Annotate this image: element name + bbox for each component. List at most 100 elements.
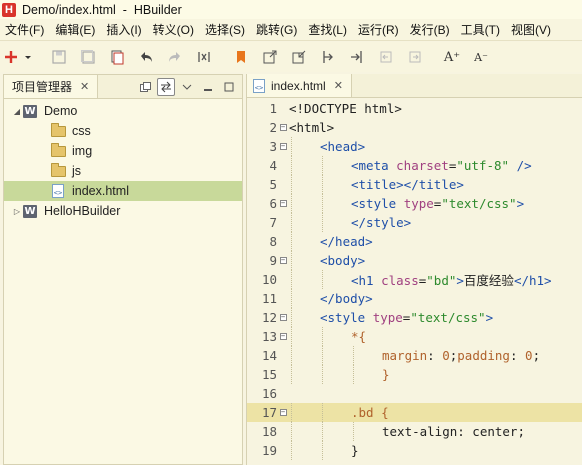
code-token: <meta [351, 158, 397, 173]
minimize-icon[interactable] [199, 78, 217, 96]
code-line[interactable]: 8 </head> [247, 232, 582, 251]
code-line[interactable]: 11 </body> [247, 289, 582, 308]
code-token: /> [509, 158, 532, 173]
fold-toggle-icon[interactable]: − [277, 118, 289, 137]
fold-toggle-icon[interactable]: − [277, 327, 289, 346]
fold-gutter [277, 175, 289, 194]
menu-item[interactable]: 文件(F) [0, 21, 50, 38]
code-line[interactable]: 10 <h1 class="bd">百度经验</h1> [247, 270, 582, 289]
tree-item-index-html[interactable]: <> index.html [4, 181, 242, 201]
hbuilder-logo-icon: H [2, 2, 16, 17]
code-token: </style> [351, 215, 412, 230]
line-number: 18 [261, 424, 277, 439]
step-in-icon[interactable] [317, 46, 339, 68]
link-editor-icon[interactable] [157, 78, 175, 96]
code-line[interactable]: 16 [247, 384, 582, 403]
fold-gutter [277, 422, 289, 441]
code-token: > [456, 273, 464, 288]
menu-item[interactable]: 运行(R) [353, 21, 405, 38]
code-line[interactable]: 19} [247, 441, 582, 460]
tab-project-explorer[interactable]: 项目管理器 ✕ [4, 75, 99, 98]
code-line[interactable]: 18 text-align: center; [247, 422, 582, 441]
step-out-icon[interactable] [346, 46, 368, 68]
tree-item-label: Demo [44, 104, 78, 118]
menu-item[interactable]: 插入(I) [101, 21, 147, 38]
menu-item[interactable]: 发行(B) [405, 21, 456, 38]
indent-guide [322, 175, 323, 194]
font-smaller-icon[interactable]: A⁻ [470, 46, 492, 68]
code-text: </head> [289, 234, 373, 249]
code-line[interactable]: 7 </style> [247, 213, 582, 232]
close-icon[interactable]: ✕ [334, 79, 343, 92]
close-icon[interactable]: ✕ [80, 80, 89, 93]
new-icon[interactable] [0, 46, 22, 68]
tree-item-hellohbuilder[interactable]: ▷ W HelloHBuilder [4, 201, 242, 221]
line-number: 1 [269, 101, 277, 116]
project-tree: ◢ W Demo css img js <> index.html ▷ W HelloHBuilde… [4, 99, 242, 221]
code-token: charset [396, 158, 449, 173]
fold-toggle-icon[interactable]: − [277, 137, 289, 156]
menu-item[interactable]: 转义(O) [148, 21, 200, 38]
back-icon[interactable] [375, 46, 397, 68]
indent-guide [291, 346, 292, 365]
code-line[interactable]: 2− <html> [247, 118, 582, 137]
code-token: class [381, 273, 419, 288]
save-all-icon[interactable] [77, 46, 99, 68]
view-menu-icon[interactable] [178, 78, 196, 96]
code-line[interactable]: 12− <style type="text/css"> [247, 308, 582, 327]
folder-shape [50, 142, 66, 157]
fold-gutter [277, 441, 289, 460]
code-line[interactable]: 17− .bd { [247, 403, 582, 422]
menu-item[interactable]: 查找(L) [303, 21, 353, 38]
indent-guide [291, 308, 292, 327]
fold-toggle-icon[interactable]: − [277, 403, 289, 422]
import-icon[interactable] [288, 46, 310, 68]
format-icon[interactable] [193, 46, 215, 68]
fold-toggle-icon[interactable]: − [277, 251, 289, 270]
menu-item[interactable]: 工具(T) [456, 21, 506, 38]
code-line[interactable]: 13− *{ [247, 327, 582, 346]
undo-icon[interactable] [135, 46, 157, 68]
code-line[interactable]: 4 <meta charset="utf-8" /> [247, 156, 582, 175]
tab-index-html[interactable]: <> index.html ✕ [247, 74, 352, 97]
new-dropdown-icon[interactable] [23, 46, 33, 68]
code-line[interactable]: 14 margin: 0;padding: 0; [247, 346, 582, 365]
maximize-icon[interactable] [220, 78, 238, 96]
indent-guide [322, 441, 323, 460]
menu-item[interactable]: 视图(V) [506, 21, 557, 38]
code-editor[interactable]: 1 <!DOCTYPE html> 2− <html> 3− <head> 4 <meta c… [247, 99, 582, 465]
copy-icon[interactable] [106, 46, 128, 68]
tree-item-css[interactable]: css [4, 121, 242, 141]
expanded-arrow-icon[interactable]: ◢ [12, 107, 22, 116]
export-icon[interactable] [259, 46, 281, 68]
fold-toggle-icon[interactable]: − [277, 194, 289, 213]
code-line[interactable]: 9− <body> [247, 251, 582, 270]
indent-guide [291, 232, 292, 251]
font-larger-icon[interactable]: A⁺ [441, 46, 463, 68]
code-line[interactable]: 1 <!DOCTYPE html> [247, 99, 582, 118]
fold-toggle-icon[interactable]: − [277, 308, 289, 327]
code-line[interactable]: 3− <head> [247, 137, 582, 156]
code-token: "text/css" [441, 196, 517, 211]
menu-item[interactable]: 选择(S) [200, 21, 251, 38]
code-text: <style type="text/css"> [289, 196, 524, 211]
code-token: : [427, 348, 443, 363]
tree-item-img[interactable]: img [4, 141, 242, 161]
code-token: ; [532, 348, 541, 363]
code-text: margin: 0;padding: 0; [289, 348, 540, 363]
menu-item[interactable]: 跳转(G) [251, 21, 303, 38]
tree-item-demo[interactable]: ◢ W Demo [4, 101, 242, 121]
code-line[interactable]: 5 <title></title> [247, 175, 582, 194]
forward-icon[interactable] [404, 46, 426, 68]
tree-item-js[interactable]: js [4, 161, 242, 181]
code-token: : [509, 348, 526, 363]
collapsed-arrow-icon[interactable]: ▷ [12, 207, 22, 216]
collapse-box-icon: − [279, 313, 287, 321]
code-line[interactable]: 15} [247, 365, 582, 384]
bookmark-icon[interactable] [230, 46, 252, 68]
menu-item[interactable]: 编辑(E) [50, 21, 101, 38]
save-icon[interactable] [48, 46, 70, 68]
collapse-all-icon[interactable] [136, 78, 154, 96]
code-line[interactable]: 6− <style type="text/css"> [247, 194, 582, 213]
redo-icon[interactable] [164, 46, 186, 68]
